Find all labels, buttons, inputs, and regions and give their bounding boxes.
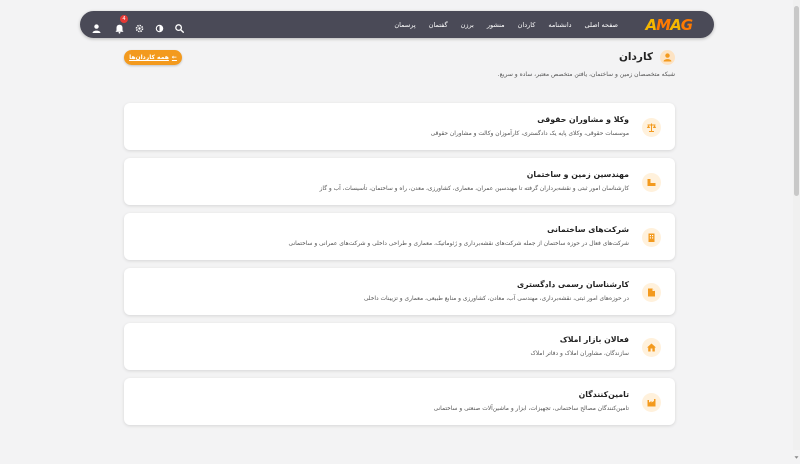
factory-icon (642, 393, 661, 412)
all-kardans-button[interactable]: همه کاردان‌ها ← (124, 50, 182, 65)
home-icon (642, 338, 661, 357)
scroll-down-arrow-icon[interactable] (794, 445, 799, 459)
search-icon[interactable] (174, 19, 185, 34)
category-card-legal[interactable]: وکلا و مشاوران حقوقی موسسات حقوقی، وکلای… (124, 103, 675, 150)
category-card-construction-companies[interactable]: شرکت‌های ساختمانی شرکت‌های فعال در حوزه … (124, 213, 675, 260)
category-title: فعالان بازار املاک (559, 335, 629, 344)
category-card-real-estate[interactable]: فعالان بازار املاک سازندگان، مشاوران امل… (124, 323, 675, 370)
engineer-icon (642, 173, 661, 192)
page-subtitle: شبکه متخصصان زمین و ساختمان، یافتن متخصص… (497, 71, 675, 78)
nav-item-manshur[interactable]: منشور (487, 21, 505, 29)
main-menu: صفحه اصلی دانشنامه کاردان منشور برزن گفت… (394, 11, 618, 38)
user-icon[interactable] (91, 19, 102, 33)
category-title: وکلا و مشاوران حقوقی (537, 115, 629, 124)
category-title: مهندسین زمین و ساختمان (526, 170, 629, 179)
category-description: سازندگان، مشاوران املاک و دفاتر املاک (530, 351, 629, 357)
top-navbar: AMAG صفحه اصلی دانشنامه کاردان منشور برز… (80, 11, 714, 38)
nav-item-kardan[interactable]: کاردان (518, 21, 536, 29)
category-card-official-experts[interactable]: کارشناسان رسمی دادگستری در حوزه‌های امور… (124, 268, 675, 315)
category-description: کارشناسان امور ثبتی و نقشه‌برداران گرفته… (319, 186, 629, 192)
category-description: در حوزه‌های امور ثبتی، نقشه‌برداری، مهند… (363, 296, 629, 302)
page-scrollbar[interactable] (793, 0, 800, 459)
category-description: شرکت‌های فعال در حوزه ساختمان از جمله شر… (288, 241, 629, 247)
site-logo[interactable]: AMAG (646, 15, 693, 34)
theme-icon[interactable] (154, 19, 165, 33)
arrow-left-icon: ← (171, 54, 177, 61)
scale-icon (642, 118, 661, 137)
nav-item-home[interactable]: صفحه اصلی (585, 21, 618, 29)
page-title: کاردان (618, 51, 653, 63)
category-description: تامین‌کنندگان مصالح ساختمانی، تجهیزات، ا… (433, 406, 629, 412)
category-card-engineers[interactable]: مهندسین زمین و ساختمان کارشناسان امور ثب… (124, 158, 675, 205)
nav-item-goftman[interactable]: گفتمان (429, 21, 448, 29)
nav-item-porseman[interactable]: پرسمان (394, 21, 415, 29)
scrollbar-thumb[interactable] (794, 6, 799, 196)
category-card-suppliers[interactable]: تامین‌کنندگان تامین‌کنندگان مصالح ساختما… (124, 378, 675, 425)
category-title: تامین‌کنندگان (578, 390, 629, 399)
page-header: کاردان شبکه متخصصان زمین و ساختمان، یافت… (125, 48, 675, 84)
document-icon (642, 283, 661, 302)
category-title: شرکت‌های ساختمانی (547, 225, 629, 234)
scroll-up-arrow-icon[interactable] (794, 0, 799, 14)
notification-badge: 4 (120, 15, 128, 23)
settings-icon[interactable] (134, 19, 145, 33)
category-description: موسسات حقوقی، وکلای پایه یک دادگستری، کا… (430, 131, 629, 137)
nav-item-barzan[interactable]: برزن (461, 21, 474, 29)
category-title: کارشناسان رسمی دادگستری (516, 280, 629, 289)
person-icon (660, 50, 675, 65)
building-icon (642, 228, 661, 247)
nav-item-encyclopedia[interactable]: دانشنامه (548, 21, 571, 29)
all-kardans-button-label: همه کاردان‌ها (129, 54, 169, 61)
